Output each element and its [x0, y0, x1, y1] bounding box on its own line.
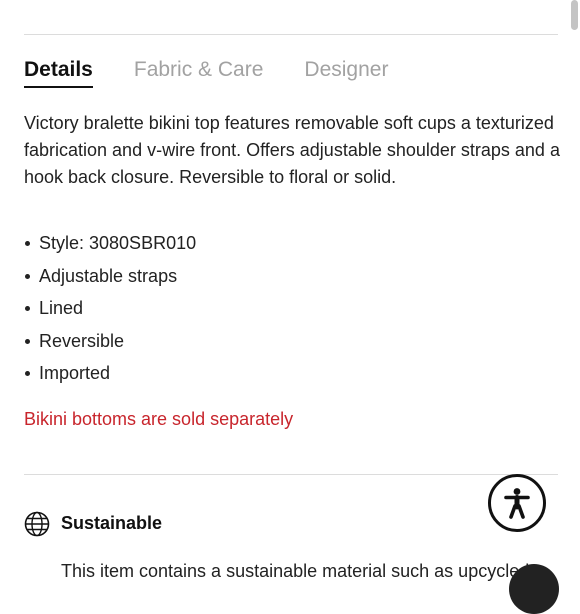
section-divider: [24, 474, 558, 475]
list-item: Lined: [24, 295, 196, 328]
list-item: Imported: [24, 360, 196, 393]
tab-bar: Details Fabric & Care Designer: [24, 56, 429, 90]
globe-icon: [24, 511, 50, 537]
list-item: Adjustable straps: [24, 263, 196, 296]
list-item-text: Lined: [39, 298, 84, 319]
bullet-icon: [25, 306, 30, 312]
chat-widget-button[interactable]: [509, 564, 559, 614]
tab-fabric-care[interactable]: Fabric & Care: [134, 56, 264, 90]
scrollbar[interactable]: [570, 0, 580, 34]
list-item-text: Adjustable straps: [39, 265, 178, 286]
list-item: Reversible: [24, 328, 196, 361]
bullet-icon: [25, 371, 30, 377]
list-item-text: Imported: [39, 363, 111, 384]
sold-separately-note: Bikini bottoms are sold separately: [24, 409, 294, 429]
sustainable-heading: Sustainable: [61, 513, 163, 533]
tab-details[interactable]: Details: [24, 56, 93, 90]
product-description: Victory bralette bikini top features rem…: [24, 113, 560, 187]
accessibility-icon: [504, 488, 530, 519]
sustainable-description: This item contains a sustainable materia…: [61, 561, 530, 581]
top-divider: [24, 34, 558, 35]
bullet-icon: [25, 338, 30, 344]
tab-designer[interactable]: Designer: [304, 56, 388, 90]
bullet-icon: [25, 273, 30, 279]
list-item: Style: 3080SBR010: [24, 230, 196, 263]
feature-list: Style: 3080SBR010 Adjustable straps Line…: [24, 230, 196, 393]
list-item-text: Style: 3080SBR010: [39, 233, 197, 253]
list-item-text: Reversible: [39, 330, 125, 351]
accessibility-button[interactable]: [488, 474, 546, 532]
scrollbar-thumb[interactable]: [571, 0, 578, 30]
bullet-icon: [25, 241, 30, 246]
